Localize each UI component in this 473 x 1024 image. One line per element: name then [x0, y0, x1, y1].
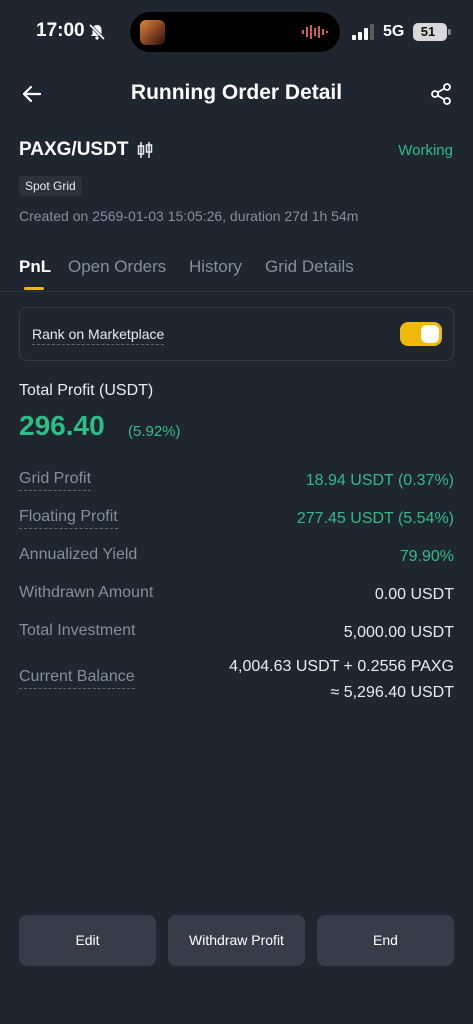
status-time: 17:00: [36, 20, 85, 41]
cellular-signal-icon: [352, 24, 374, 40]
row-value: 79.90%: [399, 548, 454, 565]
total-profit-value: 296.40: [19, 410, 105, 441]
withdraw-profit-button[interactable]: Withdraw Profit: [168, 915, 305, 966]
row-value: 0.00 USDT: [374, 586, 454, 603]
end-button[interactable]: End: [317, 915, 454, 966]
row-label: Total Investment: [19, 622, 136, 639]
rank-card: Rank on Marketplace: [19, 307, 454, 361]
row-label: Withdrawn Amount: [19, 584, 154, 601]
battery-level: 51: [420, 24, 436, 39]
created-info: Created on 2569-01-03 15:05:26, duration…: [19, 208, 359, 224]
tab-bar: PnL Open Orders History Grid Details: [0, 257, 473, 292]
row-label[interactable]: Current Balance: [19, 668, 135, 689]
battery-cap: [448, 29, 451, 35]
status-bar: 17:00 5G 51: [0, 0, 473, 64]
strategy-badge: Spot Grid: [19, 176, 82, 196]
edit-button[interactable]: Edit: [19, 915, 156, 966]
now-playing-artwork: [140, 20, 165, 45]
candlestick-chart-icon[interactable]: [136, 141, 154, 159]
rank-toggle[interactable]: [400, 322, 442, 346]
row-label: Annualized Yield: [19, 546, 138, 563]
page-title: Running Order Detail: [130, 81, 343, 104]
row-value: 5,000.00 USDT: [343, 624, 454, 641]
dynamic-island[interactable]: [130, 12, 340, 52]
rank-label[interactable]: Rank on Marketplace: [32, 326, 165, 345]
header: Running Order Detail: [0, 74, 473, 114]
row-value: 4,004.63 USDT + 0.2556 PAXG: [229, 658, 454, 675]
row-value: 18.94 USDT (0.37%): [305, 472, 454, 489]
bell-muted-icon: [88, 23, 106, 41]
row-label[interactable]: Floating Profit: [19, 508, 118, 529]
tab-pnl[interactable]: PnL: [19, 257, 51, 277]
toggle-knob: [421, 325, 439, 343]
total-profit-percent: (5.92%): [128, 423, 181, 440]
battery-icon: 51: [413, 23, 447, 41]
active-tab-indicator: [24, 287, 44, 290]
share-icon[interactable]: [429, 82, 453, 106]
network-type: 5G: [383, 23, 405, 40]
tab-history[interactable]: History: [189, 257, 242, 277]
audio-wave-icon: [302, 25, 328, 39]
tab-open-orders[interactable]: Open Orders: [68, 257, 166, 277]
trading-pair: PAXG/USDT: [19, 139, 129, 160]
total-profit-label: Total Profit (USDT): [19, 382, 154, 399]
row-value: 277.45 USDT (5.54%): [296, 510, 454, 527]
row-value-approx: ≈ 5,296.40 USDT: [330, 684, 454, 701]
order-status: Working: [398, 142, 453, 159]
row-label[interactable]: Grid Profit: [19, 470, 92, 491]
tab-grid-details[interactable]: Grid Details: [265, 257, 354, 277]
